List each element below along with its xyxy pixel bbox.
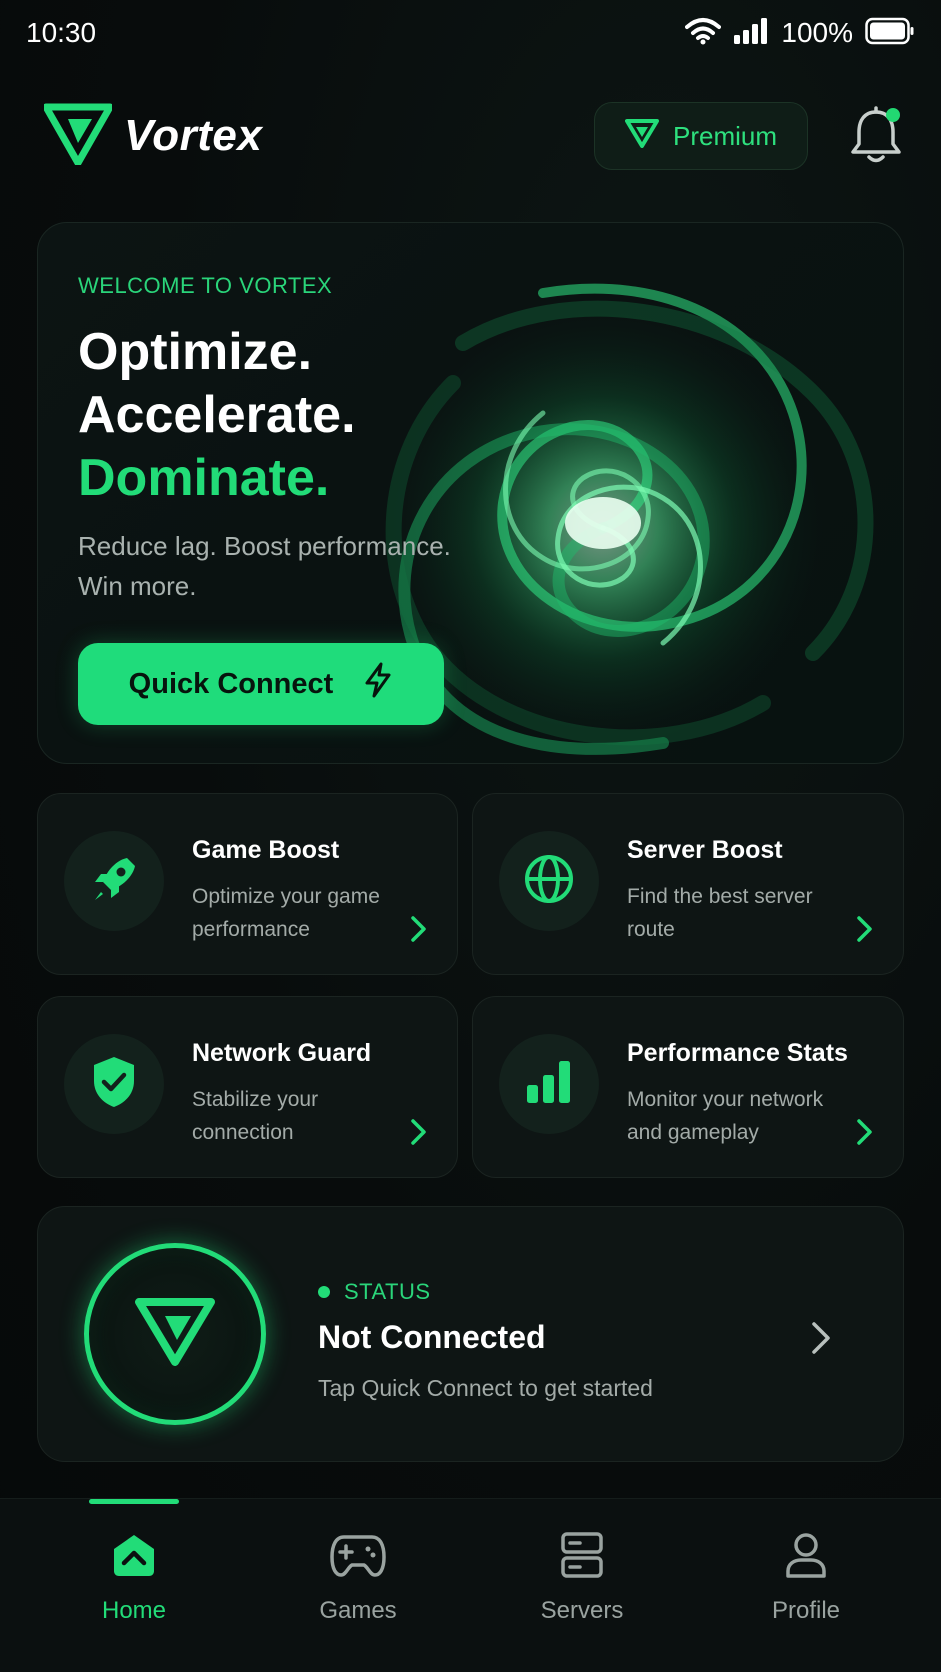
status-label: STATUS: [344, 1279, 431, 1304]
server-icon: [554, 1527, 610, 1583]
gamepad-icon: [330, 1527, 386, 1583]
user-icon: [778, 1527, 834, 1583]
chevron-right-icon: [855, 1117, 875, 1152]
card-game-boost[interactable]: Game Boost Optimize your game performanc…: [37, 793, 458, 975]
app-screen: 10:30 100% Vortex Premium WELCOME TO VOR…: [0, 0, 941, 1672]
battery-icon: [865, 17, 915, 50]
nav-label: Profile: [771, 1597, 841, 1624]
hero-line-dominate: Dominate.: [78, 449, 330, 507]
hero-subtitle-line2: Win more.: [78, 571, 197, 601]
card-description: Optimize your game performance: [192, 885, 380, 941]
server-boost-icon-wrap: [499, 831, 599, 931]
card-description: Find the best server route: [627, 885, 813, 941]
nav-label: Servers: [540, 1597, 624, 1624]
card-title: Network Guard: [192, 1039, 372, 1067]
card-title: Server Boost: [627, 836, 783, 864]
performance-stats-icon-wrap: [499, 1034, 599, 1134]
hero-content: WELCOME TO VORTEX Optimize. Accelerate. …: [78, 273, 451, 606]
hero-line-optimize: Optimize.: [78, 323, 313, 381]
status-description: Tap Quick Connect to get started: [318, 1375, 653, 1401]
premium-button[interactable]: Premium: [593, 102, 808, 170]
header-actions: Premium: [593, 102, 904, 170]
brand[interactable]: Vortex: [42, 103, 263, 170]
lightning-icon: [363, 662, 393, 706]
card-title: Game Boost: [192, 836, 340, 864]
chevron-right-icon: [809, 1319, 833, 1362]
nav-label: Home: [101, 1597, 167, 1624]
network-guard-icon-wrap: [64, 1034, 164, 1134]
premium-logo-icon: [624, 118, 659, 155]
hero-card: WELCOME TO VORTEX Optimize. Accelerate. …: [37, 222, 904, 764]
brand-name: Vortex: [124, 111, 263, 160]
chevron-right-icon: [409, 914, 429, 949]
card-network-guard[interactable]: Network Guard Stabilize your connection: [37, 996, 458, 1178]
nav-label: Games: [319, 1597, 397, 1624]
bell-icon: [848, 106, 904, 170]
hero-subtitle-line1: Reduce lag. Boost performance.: [78, 531, 451, 561]
nav-profile[interactable]: Profile: [706, 1499, 906, 1649]
hero-headline: Optimize. Accelerate. Dominate.: [78, 321, 451, 510]
home-icon: [106, 1527, 162, 1583]
nav-active-indicator: [89, 1499, 179, 1504]
status-dot: [318, 1286, 330, 1298]
hero-line-accelerate: Accelerate.: [78, 386, 356, 444]
battery-percent: 100%: [781, 17, 853, 48]
card-server-boost[interactable]: Server Boost Find the best server route: [472, 793, 904, 975]
vortex-logo-icon: [42, 103, 114, 170]
hero-kicker: WELCOME TO VORTEX: [78, 273, 333, 298]
hero-subtitle: Reduce lag. Boost performance. Win more.: [78, 526, 451, 606]
status-bar: 10:30 100%: [0, 0, 941, 66]
card-description: Stabilize your connection: [192, 1088, 319, 1144]
quick-connect-label: Quick Connect: [128, 667, 334, 700]
app-header: Vortex Premium: [42, 96, 904, 176]
chevron-right-icon: [409, 1117, 429, 1152]
chevron-right-icon: [855, 914, 875, 949]
status-time: 10:30: [26, 17, 97, 48]
card-title: Performance Stats: [627, 1039, 848, 1067]
nav-games[interactable]: Games: [258, 1499, 458, 1649]
nav-servers[interactable]: Servers: [482, 1499, 682, 1649]
rocket-icon: [87, 852, 141, 911]
card-description: Monitor your network and gameplay: [627, 1088, 824, 1144]
status-title: Not Connected: [318, 1319, 546, 1355]
bottom-nav: Home Games Servers Profile: [0, 1498, 941, 1672]
game-boost-icon-wrap: [64, 831, 164, 931]
status-indicators: 100%: [685, 17, 915, 50]
bar-chart-icon: [523, 1057, 575, 1112]
connection-status-card[interactable]: STATUS Not Connected Tap Quick Connect t…: [37, 1206, 904, 1462]
quick-connect-button[interactable]: Quick Connect: [78, 643, 444, 725]
signal-icon: [733, 17, 769, 50]
wifi-icon: [685, 17, 722, 50]
notifications-button[interactable]: [848, 106, 904, 166]
connect-ring[interactable]: [84, 1243, 266, 1425]
card-performance-stats[interactable]: Performance Stats Monitor your network a…: [472, 996, 904, 1178]
vortex-logo-icon: [135, 1296, 215, 1373]
nav-home[interactable]: Home: [34, 1499, 234, 1649]
status-label-row: STATUS: [318, 1279, 431, 1305]
globe-icon: [522, 852, 576, 911]
shield-check-icon: [89, 1054, 139, 1115]
notification-badge: [886, 108, 900, 122]
premium-label: Premium: [672, 120, 777, 151]
